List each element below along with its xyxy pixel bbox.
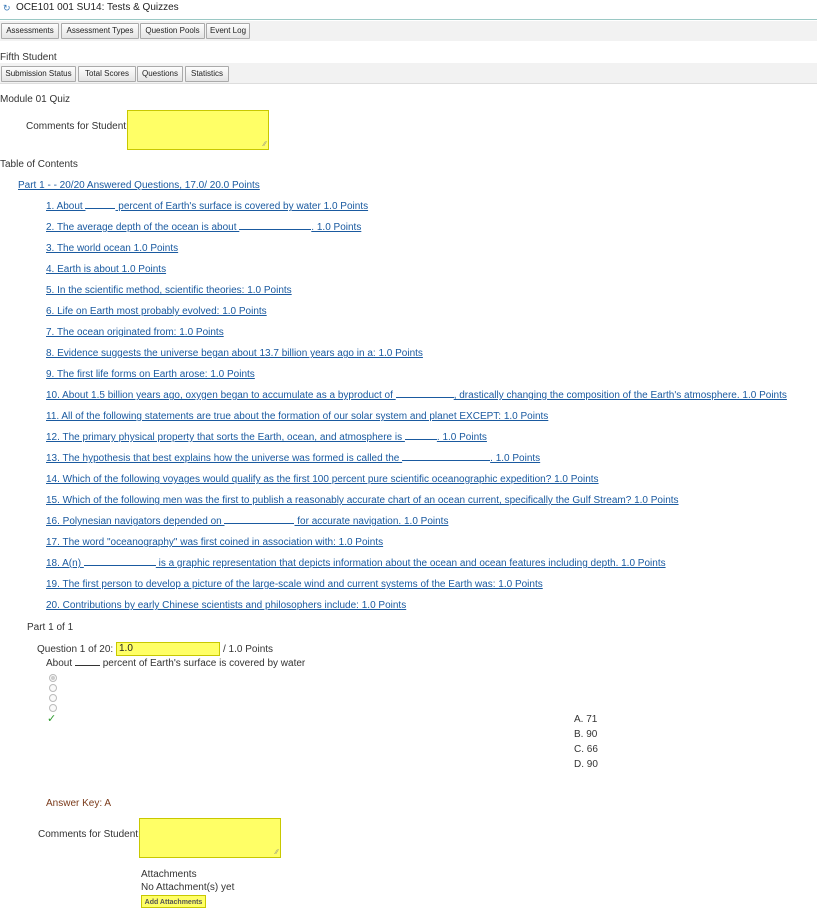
toc-blank — [85, 208, 116, 209]
answer-d-radio[interactable] — [49, 704, 57, 712]
submission-status-button[interactable]: Submission Status — [1, 66, 76, 82]
answer-b: B. 90 — [574, 729, 598, 740]
answer-a: A. 71 — [574, 714, 598, 725]
toc-question-link-17[interactable]: 17. The word "oceanography" was first co… — [46, 537, 383, 548]
toc-question-link-2[interactable]: 2. The average depth of the ocean is abo… — [46, 222, 361, 233]
answer-c-radio[interactable] — [49, 694, 57, 702]
add-attachments-button[interactable]: Add Attachments — [141, 895, 206, 908]
question-comments-textarea[interactable]: ∕∕ — [139, 818, 281, 858]
answer-a-radio[interactable] — [49, 674, 57, 682]
toc-question-link-8[interactable]: 8. Evidence suggests the universe began … — [46, 348, 423, 359]
toc-question-link-3[interactable]: 3. The world ocean 1.0 Points — [46, 243, 178, 254]
toc-question-link-7[interactable]: 7. The ocean originated from: 1.0 Points — [46, 327, 224, 338]
toc-question-link-6[interactable]: 6. Life on Earth most probably evolved: … — [46, 306, 267, 317]
total-scores-button[interactable]: Total Scores — [78, 66, 136, 82]
part-label: Part 1 of 1 — [27, 622, 74, 633]
toc-question-link-12[interactable]: 12. The primary physical property that s… — [46, 432, 487, 443]
student-toolbar: Submission Status Total Scores Questions… — [0, 63, 817, 84]
correct-check-icon: ✓ — [47, 713, 57, 725]
student-name: Fifth Student — [0, 52, 57, 63]
toc-part-link[interactable]: Part 1 - - 20/20 Answered Questions, 17.… — [18, 180, 260, 191]
toc-question-link-14[interactable]: 14. Which of the following voyages would… — [46, 474, 599, 485]
quiz-comments-textarea[interactable]: ∕∕ — [127, 110, 269, 150]
page-title: OCE101 001 SU14: Tests & Quizzes — [16, 2, 179, 13]
toc-question-link-13[interactable]: 13. The hypothesis that best explains ho… — [46, 453, 540, 464]
toc-question-link-19[interactable]: 19. The first person to develop a pictur… — [46, 579, 543, 590]
question-label: Question 1 of 20: — [37, 644, 114, 655]
toc-heading: Table of Contents — [0, 159, 78, 170]
answer-d: D. 90 — [574, 759, 598, 770]
assessment-types-button[interactable]: Assessment Types — [61, 23, 139, 39]
toc-blank — [395, 397, 454, 398]
toc-question-link-10[interactable]: 10. About 1.5 billion years ago, oxygen … — [46, 390, 787, 401]
toc-question-link-5[interactable]: 5. In the scientific method, scientific … — [46, 285, 292, 296]
statistics-button[interactable]: Statistics — [185, 66, 229, 82]
question-text: About percent of Earth's surface is cove… — [46, 658, 306, 669]
toc-question-link-4[interactable]: 4. Earth is about 1.0 Points — [46, 264, 166, 275]
toc-question-link-9[interactable]: 9. The first life forms on Earth arose: … — [46, 369, 255, 380]
resize-grip-icon[interactable]: ∕∕ — [276, 849, 278, 856]
answer-b-radio[interactable] — [49, 684, 57, 692]
toc-question-link-20[interactable]: 20. Contributions by early Chinese scien… — [46, 600, 406, 611]
resize-grip-icon[interactable]: ∕∕ — [264, 141, 266, 148]
question-comments-label: Comments for Student: — [38, 829, 141, 840]
toc-question-link-15[interactable]: 15. Which of the following men was the f… — [46, 495, 679, 506]
event-log-button[interactable]: Event Log — [206, 23, 250, 39]
comments-label: Comments for Student: — [26, 121, 129, 132]
question-score-input[interactable]: 1.0 — [116, 642, 220, 656]
toc-blank — [83, 565, 156, 566]
toc-question-link-11[interactable]: 11. All of the following statements are … — [46, 411, 548, 422]
question-blank — [74, 665, 100, 666]
answer-c: C. 66 — [574, 744, 598, 755]
quiz-title: Module 01 Quiz — [0, 94, 71, 105]
toc-blank — [404, 439, 437, 440]
title-bar: ↻ OCE101 001 SU14: Tests & Quizzes — [0, 0, 817, 20]
toc-question-link-18[interactable]: 18. A(n) is a graphic representation tha… — [46, 558, 666, 569]
toc-blank — [224, 523, 295, 524]
questions-button[interactable]: Questions — [137, 66, 183, 82]
toc-question-link-1[interactable]: 1. About percent of Earth's surface is c… — [46, 201, 368, 212]
assessments-button[interactable]: Assessments — [1, 23, 59, 39]
question-pools-button[interactable]: Question Pools — [140, 23, 205, 39]
toc-question-link-16[interactable]: 16. Polynesian navigators depended on fo… — [46, 516, 448, 527]
toc-blank — [402, 460, 491, 461]
refresh-icon[interactable]: ↻ — [3, 4, 12, 13]
toc-blank — [239, 229, 312, 230]
main-toolbar: Assessments Assessment Types Question Po… — [0, 21, 817, 41]
answer-key: Answer Key: A — [46, 798, 112, 809]
question-max-points: / 1.0 Points — [223, 644, 274, 655]
attachments-label: Attachments — [141, 869, 197, 880]
no-attachments-text: No Attachment(s) yet — [141, 882, 235, 893]
